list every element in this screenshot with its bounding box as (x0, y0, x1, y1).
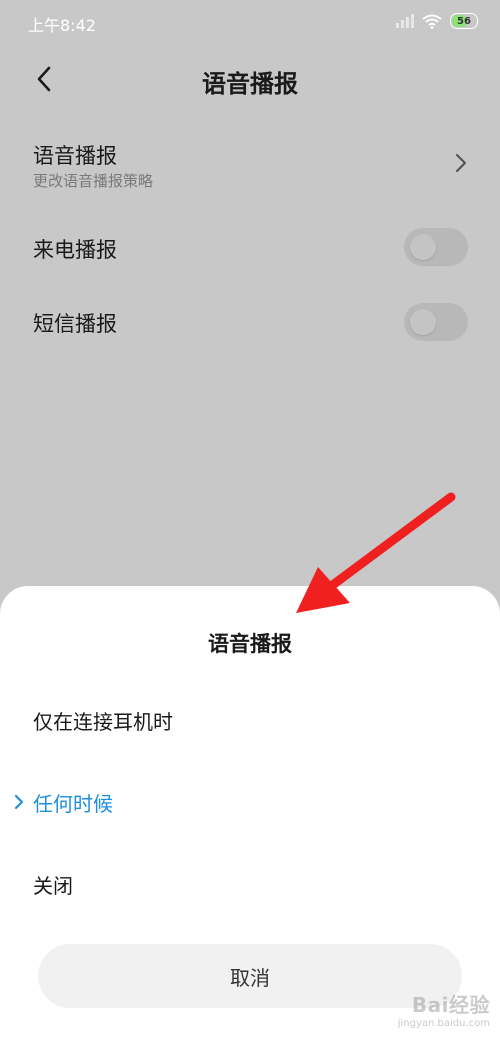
watermark-main: Bai经验 (411, 993, 490, 1017)
battery-icon: 56 (450, 13, 478, 29)
bottom-sheet: 语音播报 仅在连接耳机时 任何时候 关闭 取消 (0, 586, 500, 1041)
baidu-watermark: Bai经验 jingyan.baidu.com (398, 989, 490, 1029)
sms-broadcast-toggle[interactable] (404, 303, 468, 341)
settings-item-subtitle: 更改语音播报策略 (33, 172, 154, 190)
chevron-right-icon (455, 153, 467, 173)
sheet-title: 语音播报 (208, 632, 292, 656)
settings-item-title: 短信播报 (33, 312, 117, 336)
option-headphones-only[interactable]: 仅在连接耳机时 (33, 706, 173, 735)
toggle-knob (410, 309, 436, 335)
settings-item-voice-broadcast[interactable]: 语音播报 更改语音播报策略 (0, 130, 500, 200)
option-anytime[interactable]: 任何时候 (33, 788, 113, 817)
status-icons: 56 (396, 13, 478, 29)
page-title: 语音播报 (202, 70, 298, 98)
battery-level: 56 (457, 15, 471, 27)
cancel-label: 取消 (230, 965, 270, 990)
option-off[interactable]: 关闭 (33, 870, 73, 899)
settings-screen: 上午8:42 56 语音播报 语音播报 更改语音播报策略 来电播报 短信播报 语… (0, 0, 500, 1041)
settings-item-title: 语音播报 (33, 144, 117, 168)
watermark-sub: jingyan.baidu.com (397, 1018, 490, 1029)
wifi-icon (422, 14, 442, 29)
settings-item-title: 来电播报 (33, 238, 117, 262)
call-broadcast-toggle[interactable] (404, 228, 468, 266)
signal-icon (396, 14, 414, 28)
status-time: 上午8:42 (28, 16, 96, 35)
toggle-knob (410, 234, 436, 260)
selected-chevron-icon (14, 794, 24, 810)
status-bar: 上午8:42 56 (0, 0, 500, 44)
